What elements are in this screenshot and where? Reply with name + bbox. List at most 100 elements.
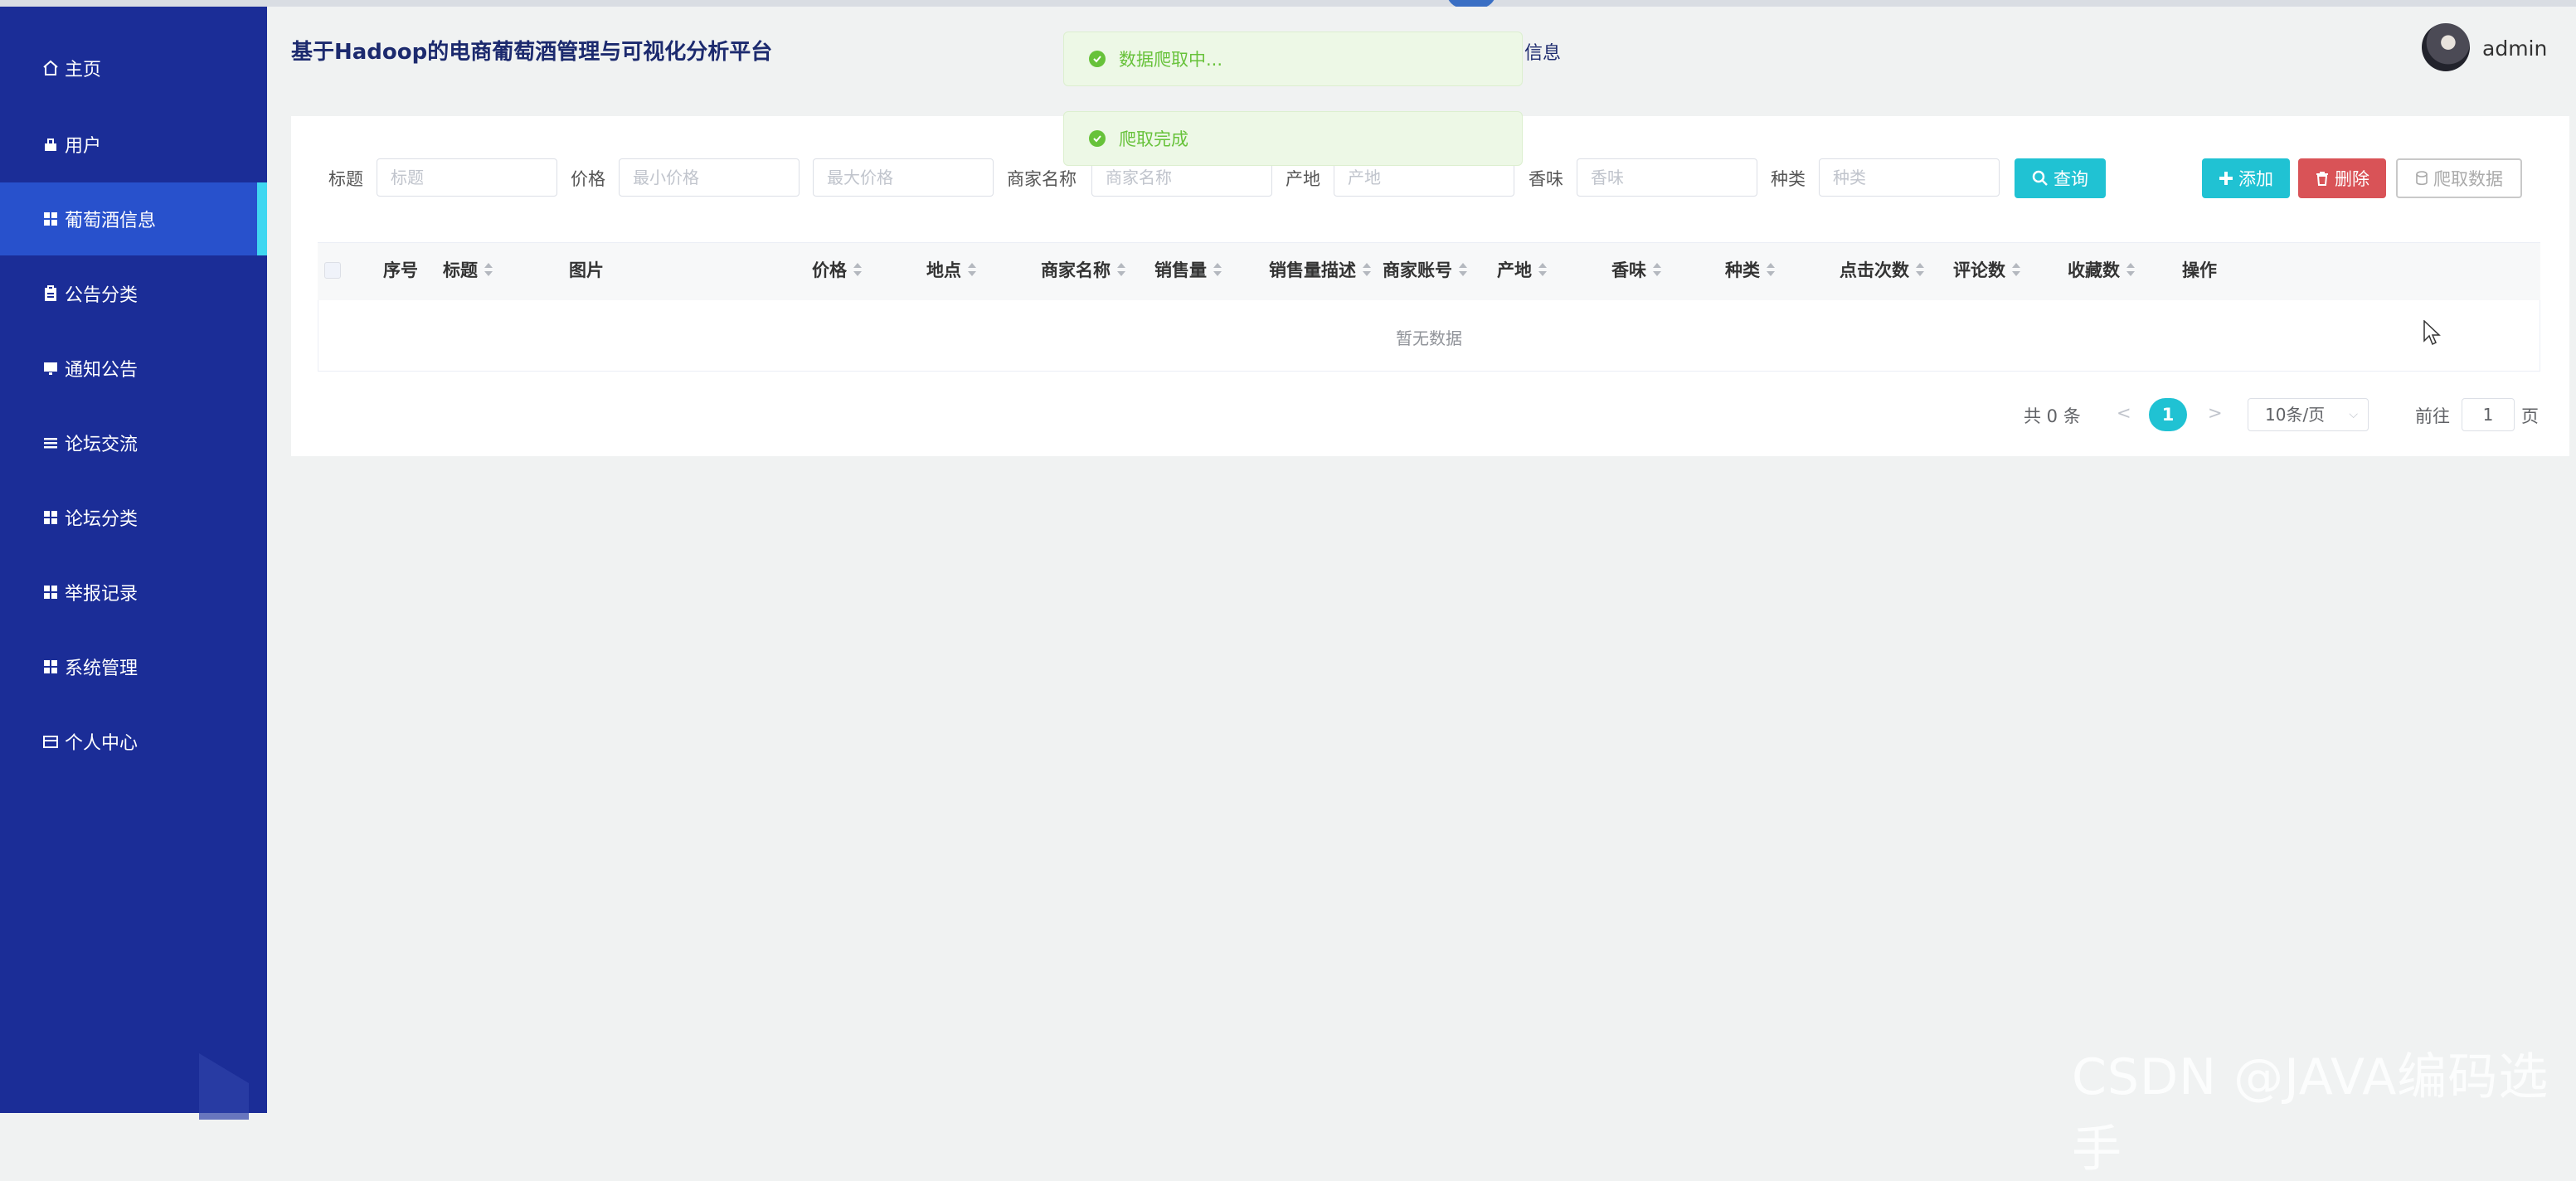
col-title[interactable]: 标题 (443, 257, 493, 282)
add-button[interactable]: 添加 (2202, 158, 2290, 198)
col-price[interactable]: 价格 (812, 257, 862, 282)
type-input[interactable]: 种类 (1819, 158, 2000, 197)
user-icon (41, 135, 60, 153)
max-price-input[interactable]: 最大价格 (813, 158, 994, 197)
sidebar-decoration (199, 1053, 249, 1120)
app-title: 基于Hadoop的电商葡萄酒管理与可视化分析平台 (291, 40, 773, 65)
aroma-label: 香味 (1529, 169, 1563, 189)
sidebar-item-user[interactable]: 用户 (0, 108, 267, 181)
delete-button[interactable]: 删除 (2298, 158, 2386, 198)
col-sales[interactable]: 销售量 (1154, 257, 1222, 282)
sidebar-item-label: 系统管理 (65, 659, 139, 679)
toast-crawling: 数据爬取中... (1063, 32, 1523, 86)
sort-icon[interactable] (968, 262, 976, 277)
aroma-input[interactable]: 香味 (1577, 158, 1757, 197)
col-type[interactable]: 种类 (1725, 257, 1775, 282)
sort-icon[interactable] (1653, 262, 1661, 277)
sidebar-item-profile[interactable]: 个人中心 (0, 705, 267, 778)
top-bar (0, 0, 2576, 7)
home-icon (41, 59, 60, 77)
trash-icon (2316, 172, 2328, 186)
card-icon (41, 732, 60, 751)
sort-icon[interactable] (1767, 262, 1775, 277)
col-index: 序号 (383, 260, 418, 280)
sidebar-item-label: 用户 (65, 136, 102, 157)
search-icon (2032, 170, 2048, 186)
grid-icon (41, 508, 60, 527)
sidebar-item-label: 举报记录 (65, 584, 139, 605)
pagination-total: 共 0 条 (2024, 406, 2081, 426)
chevron-down-icon: ⌵ (2349, 408, 2358, 421)
col-location[interactable]: 地点 (926, 257, 976, 282)
sidebar-item-label: 通知公告 (65, 360, 139, 381)
sort-icon[interactable] (1117, 262, 1125, 277)
sort-icon[interactable] (484, 262, 493, 277)
watermark: CSDN @JAVA编码选手 (2072, 1048, 2549, 1179)
add-button-label: 添加 (2238, 169, 2273, 189)
sidebar-item-label: 公告分类 (65, 285, 139, 306)
database-icon (2416, 171, 2428, 186)
username[interactable]: admin (2482, 36, 2547, 61)
col-clicks[interactable]: 点击次数 (1840, 257, 1924, 282)
nav-fragment[interactable]: 信息 (1524, 38, 1561, 65)
goto-label: 前往 (2415, 406, 2450, 426)
clipboard-icon (41, 284, 60, 303)
col-favorites[interactable]: 收藏数 (2068, 257, 2135, 282)
grid-icon (41, 583, 60, 601)
toast-message: 爬取完成 (1119, 129, 1188, 149)
min-price-input[interactable]: 最小价格 (619, 158, 800, 197)
page-suffix: 页 (2521, 406, 2539, 426)
sidebar-item-forum[interactable]: 论坛交流 (0, 406, 267, 479)
sidebar-item-label: 论坛分类 (65, 509, 139, 530)
col-aroma[interactable]: 香味 (1611, 257, 1661, 282)
goto-page-input[interactable]: 1 (2462, 398, 2515, 431)
col-sales-desc[interactable]: 销售量描述 (1269, 257, 1371, 282)
sidebar-item-label: 个人中心 (65, 733, 139, 754)
crawl-button[interactable]: 爬取数据 (2396, 158, 2522, 198)
merchant-label: 商家名称 (1007, 169, 1077, 189)
sort-icon[interactable] (853, 262, 862, 277)
avatar[interactable] (2422, 23, 2470, 71)
current-page[interactable]: 1 (2149, 398, 2187, 431)
col-merchant-account[interactable]: 商家账号 (1383, 257, 1467, 282)
sort-icon[interactable] (1538, 262, 1547, 277)
toast-done: 爬取完成 (1063, 111, 1523, 166)
sidebar-item-report[interactable]: 举报记录 (0, 556, 267, 629)
crawl-button-label: 爬取数据 (2433, 169, 2503, 189)
monitor-icon (41, 359, 60, 377)
sidebar-item-forum-category[interactable]: 论坛分类 (0, 481, 267, 554)
col-origin[interactable]: 产地 (1497, 257, 1547, 282)
price-label: 价格 (571, 169, 605, 189)
search-button[interactable]: 查询 (2015, 158, 2106, 198)
sidebar-item-notice-category[interactable]: 公告分类 (0, 257, 267, 330)
page-size-select[interactable]: 10条/页 ⌵ (2248, 398, 2369, 431)
next-page-button[interactable]: > (2208, 403, 2223, 423)
sort-icon[interactable] (1916, 262, 1924, 277)
check-circle-icon (1089, 51, 1106, 67)
sort-icon[interactable] (2126, 262, 2135, 277)
title-label: 标题 (328, 169, 363, 189)
search-button-label: 查询 (2054, 169, 2088, 189)
prev-page-button[interactable]: < (2117, 403, 2131, 423)
col-comments[interactable]: 评论数 (1953, 257, 2020, 282)
col-merchant[interactable]: 商家名称 (1041, 257, 1125, 282)
grid-icon (41, 210, 60, 228)
toast-message: 数据爬取中... (1119, 50, 1223, 70)
origin-label: 产地 (1286, 169, 1320, 189)
sidebar-item-wine-info[interactable]: 葡萄酒信息 (0, 182, 267, 255)
sort-icon[interactable] (1459, 262, 1467, 277)
title-input[interactable]: 标题 (377, 158, 557, 197)
mouse-cursor-icon (2423, 320, 2441, 346)
sort-icon[interactable] (1213, 262, 1222, 277)
sort-icon[interactable] (2012, 262, 2020, 277)
sidebar-item-notice[interactable]: 通知公告 (0, 332, 267, 405)
check-circle-icon (1089, 130, 1106, 147)
empty-text: 暂无数据 (1396, 328, 1462, 348)
plus-icon (2219, 172, 2233, 185)
select-all-checkbox[interactable] (324, 262, 341, 279)
col-image: 图片 (569, 260, 604, 280)
sidebar-item-label: 论坛交流 (65, 435, 139, 455)
sidebar-item-home[interactable]: 主页 (0, 32, 267, 104)
sidebar-item-system[interactable]: 系统管理 (0, 630, 267, 703)
sort-icon[interactable] (1363, 262, 1371, 277)
